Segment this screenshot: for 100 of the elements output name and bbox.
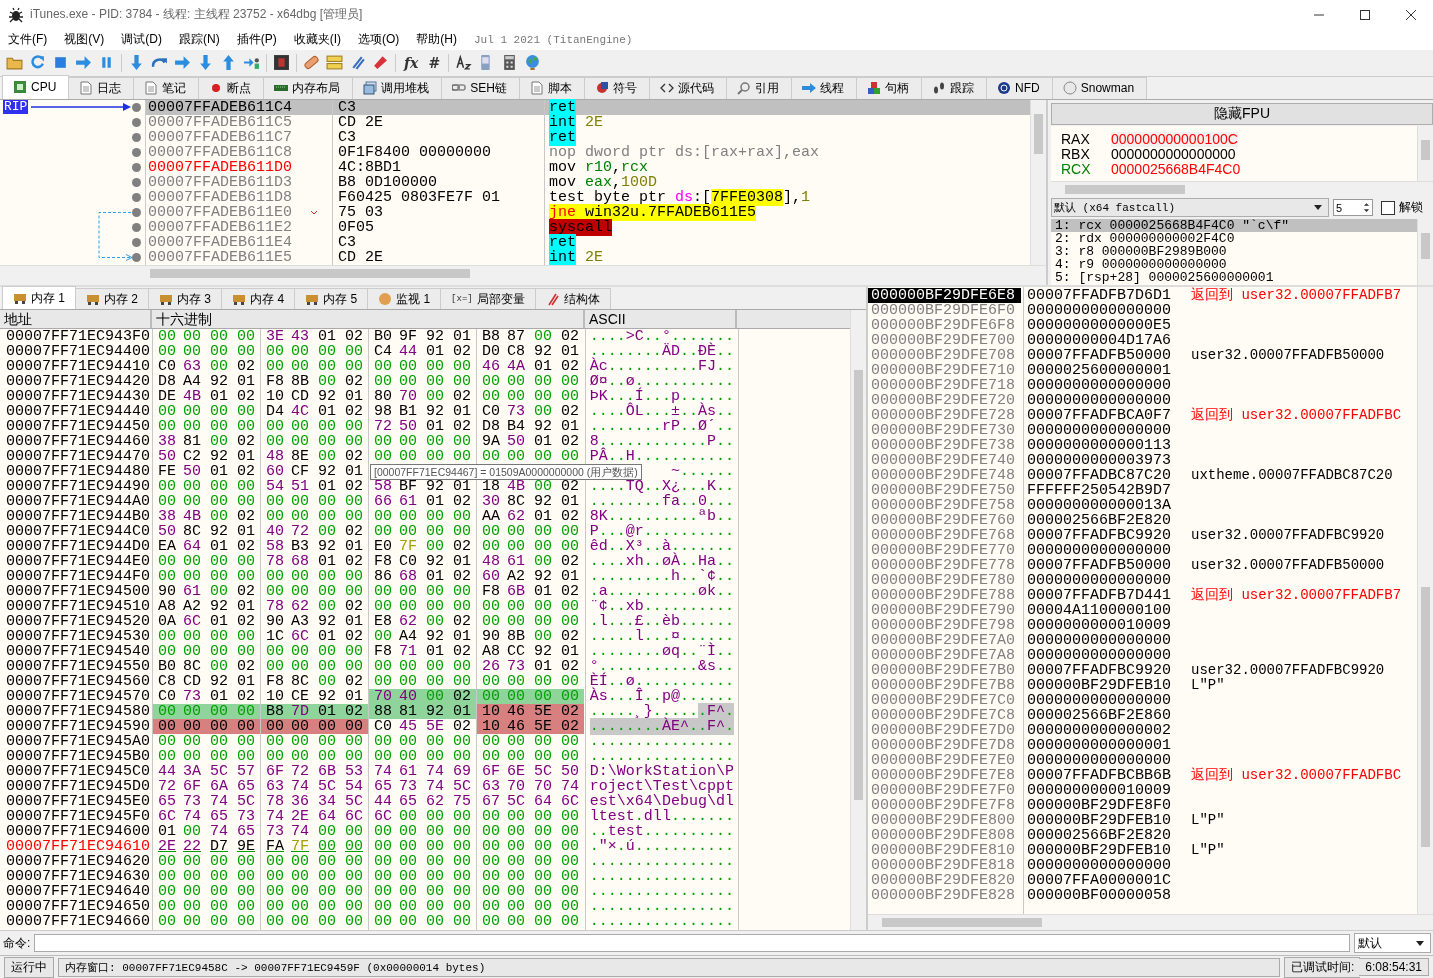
ascii-text: ¨¢..xb.......... xyxy=(589,599,734,615)
toolbar-button[interactable]: # xyxy=(426,54,443,71)
hex-bytes: 00 00 00 00 D4 4C 01 02 98 B1 92 01 C0 73 00 02 xyxy=(157,404,580,420)
tab[interactable]: 断点 xyxy=(198,76,265,99)
menu-item[interactable]: 跟踪(N) xyxy=(179,31,220,49)
breakpoint-dot[interactable] xyxy=(132,102,141,112)
command-mode-dropdown[interactable]: 默认 xyxy=(1354,933,1432,954)
scrollbar[interactable] xyxy=(1417,287,1433,915)
argument-row[interactable]: 5: [rsp+28] 0000025600000001 xyxy=(1051,270,1417,284)
square-icon[interactable] xyxy=(273,54,290,72)
tab[interactable]: 内存 3 xyxy=(148,288,223,310)
command-field[interactable] xyxy=(34,934,1351,953)
scrollbar[interactable] xyxy=(1417,218,1433,286)
close-icon[interactable] xyxy=(1405,8,1417,21)
scrollbar[interactable] xyxy=(850,310,866,931)
value-cell-text: 00007FFA0000001C xyxy=(1026,873,1173,889)
value-cell-text: 0000000000000000 xyxy=(1026,573,1173,589)
tab[interactable]: CPU xyxy=(2,74,70,99)
argument-row[interactable]: 1: rcx 0000025668B4F4C0 "`c\f" xyxy=(1051,218,1417,232)
ascii-text: ~...... xyxy=(670,464,734,480)
breakpoint-dot[interactable] xyxy=(132,252,141,262)
address-cell-text: 00007FF71EC94570 xyxy=(5,689,150,705)
tab[interactable]: 跟踪 xyxy=(921,76,988,99)
address-cell-text: 000000BF29DFE720 xyxy=(870,393,1017,409)
tab[interactable]: 内存 1 xyxy=(2,286,76,310)
argument-row[interactable]: 3: r8 000000BF2989B000 xyxy=(1051,244,1417,258)
register-value[interactable]: 000000000000100C xyxy=(1111,131,1238,147)
breakpoint-dot[interactable] xyxy=(132,132,141,142)
ascii-text: 8K..........ªb.. xyxy=(589,509,734,525)
register-value[interactable]: 0000000000000000 xyxy=(1111,146,1236,162)
comment-cell-text: 返回到 user32.00007FFADFBC xyxy=(1190,768,1402,784)
address-cell-text: 00007FFADEB611D8 xyxy=(147,189,294,205)
register-value[interactable]: 0000025668B4F4C0 xyxy=(1111,161,1241,177)
address-cell-text: 000000BF29DFE7C8 xyxy=(870,708,1017,724)
breakpoint-dot[interactable] xyxy=(132,207,141,217)
tab[interactable]: 内存 2 xyxy=(75,288,150,310)
argument-row[interactable]: 4: r9 0000000000000000 xyxy=(1051,257,1417,271)
ascii-text: ....TQ..X¿...K.. xyxy=(589,479,734,495)
breakpoint-dot[interactable] xyxy=(132,222,141,232)
tab[interactable]: 内存布局 xyxy=(263,76,354,99)
address-cell-text: 00007FF71EC94400 xyxy=(5,344,150,360)
checkbox[interactable] xyxy=(1381,200,1395,215)
value-cell-text: 0000000000000000 xyxy=(1026,753,1173,769)
breakpoint-dot[interactable] xyxy=(132,177,141,187)
maximize-icon[interactable] xyxy=(1359,8,1371,21)
tag-icon[interactable] xyxy=(372,54,389,72)
spin-arrows-icon xyxy=(1363,201,1370,215)
tab[interactable]: 调用堆栈 xyxy=(352,76,443,99)
wheel-icon xyxy=(997,81,1012,96)
argument-row[interactable]: 2: rdx 000000000002F4C0 xyxy=(1051,231,1417,245)
address-cell-text: 000000BF29DFE7A0 xyxy=(870,633,1017,649)
tab[interactable]: 结构体 xyxy=(534,288,611,310)
tab[interactable]: 句柄 xyxy=(856,76,923,99)
globe-icon[interactable] xyxy=(524,54,542,72)
address-cell-text: 00007FF71EC94560 xyxy=(5,674,150,690)
toolbar-button[interactable]: fx xyxy=(402,54,421,71)
breakpoint-dot[interactable] xyxy=(132,192,141,202)
tab[interactable]: NFD xyxy=(986,76,1053,99)
calling-convention-dropdown[interactable]: 默认 (x64 fastcall) xyxy=(1051,198,1329,218)
argument-count-spinbox[interactable]: 5 xyxy=(1333,199,1373,217)
tab[interactable]: 内存 5 xyxy=(294,288,369,310)
breakpoint-dot[interactable] xyxy=(132,162,141,172)
scrollbar[interactable] xyxy=(1030,99,1046,265)
breakpoint-dot[interactable] xyxy=(132,237,141,247)
card-icon[interactable] xyxy=(326,54,343,72)
address-cell-text: 000000BF29DFE808 xyxy=(870,828,1017,844)
breakpoint-dot[interactable] xyxy=(132,117,141,127)
ascii-text: .a..........øk.. xyxy=(589,584,734,600)
hide-fpu-button[interactable]: 隐藏FPU xyxy=(1051,102,1433,125)
menu-item[interactable]: 文件(F) xyxy=(8,31,48,49)
ascii-text: Às...Î..p@...... xyxy=(589,689,734,705)
scrollbar[interactable] xyxy=(1417,125,1433,181)
breakpoint-dot[interactable] xyxy=(132,147,141,157)
value-cell-text: 0000000000000000 xyxy=(1026,393,1173,409)
menu-item[interactable]: 选项(O) xyxy=(358,31,400,49)
tab[interactable]: 线程 xyxy=(791,76,858,99)
hex-bytes: 00 00 00 00 00 00 00 00 00 00 00 00 00 00 00 00 xyxy=(157,749,580,765)
tab[interactable]: 脚本 xyxy=(519,76,586,99)
menu-item[interactable]: 插件(P) xyxy=(236,31,277,49)
tab[interactable]: 日志 xyxy=(68,76,135,99)
menu-item[interactable]: 收藏夹(I) xyxy=(293,31,341,49)
tab[interactable]: 内存 4 xyxy=(221,288,296,310)
address-cell-text: 00007FF71EC94650 xyxy=(5,899,150,915)
instruction-text: nop dword ptr ds:[rax+rax],eax xyxy=(548,144,820,160)
tab[interactable]: 监视 1 xyxy=(367,288,442,310)
tab[interactable]: 源代码 xyxy=(649,76,728,99)
tab[interactable]: 引用 xyxy=(726,76,793,99)
menu-item[interactable]: 视图(V) xyxy=(64,31,105,49)
menu-item[interactable]: 帮助(H) xyxy=(416,31,457,49)
menu-item[interactable]: 调试(D) xyxy=(121,31,162,49)
tab[interactable]: 笔记 xyxy=(133,76,200,99)
hex-bytes: 38 81 00 02 00 00 00 00 00 00 00 00 9A 50 01 02 xyxy=(157,434,580,450)
tab[interactable]: [x=] 局部变量 xyxy=(440,288,536,310)
az-icon[interactable] xyxy=(455,54,473,72)
hex-bytes: B0 8C 00 02 00 00 00 00 00 00 00 00 26 73 01 02 xyxy=(157,659,580,675)
address-cell-text: 000000BF29DFE818 xyxy=(870,858,1017,874)
instruction-text: test byte ptr ds:[7FFE0308],1 xyxy=(548,189,811,205)
address-cell-text: 000000BF29DFE7B0 xyxy=(870,663,1017,679)
tab[interactable]: 符号 xyxy=(584,76,651,99)
address-cell-text: 00007FF71EC94590 xyxy=(5,719,150,735)
